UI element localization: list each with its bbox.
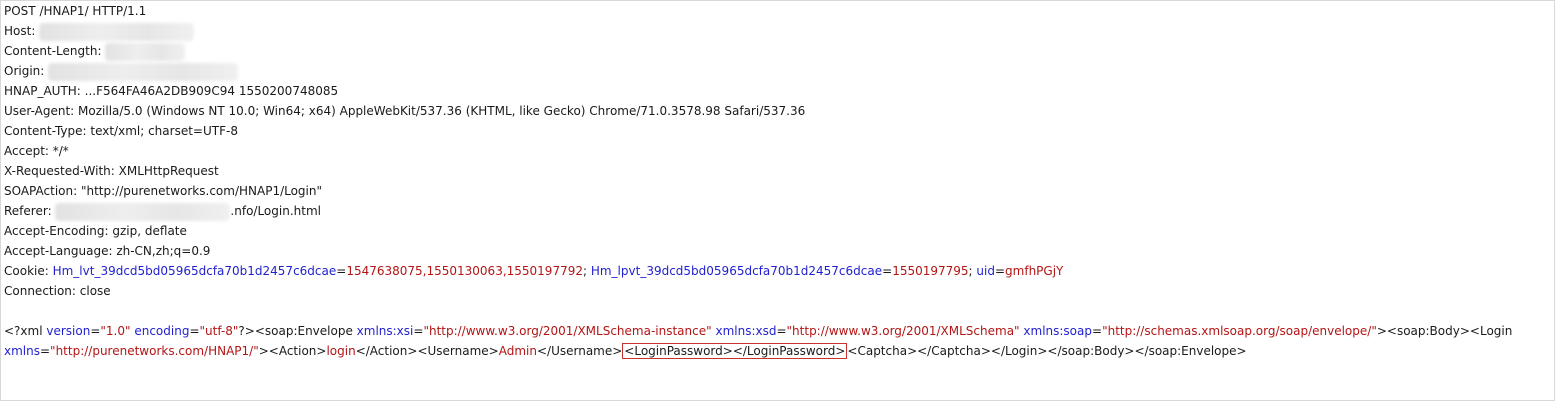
header-key: Content-Type: [4, 124, 91, 138]
header-value: zh-CN,zh;q=0.9 [116, 244, 211, 258]
cookie-eq: = [882, 264, 893, 278]
header-key: Accept: [4, 144, 53, 158]
header-accept: Accept: */* [4, 141, 69, 161]
header-accept-encoding: Accept-Encoding: gzip, deflate [4, 221, 187, 241]
xml-attr-name: xmlns:soap [1023, 324, 1092, 338]
header-value: "http://purenetworks.com/HNAP1/Login" [80, 184, 323, 198]
xml-attr-name: xmlns:xsi [356, 324, 414, 338]
header-key: User-Agent: [4, 104, 79, 118]
xml-attr-value: "http://www.w3.org/2001/XMLSchema-instan… [423, 324, 712, 338]
header-key: Origin: [4, 64, 49, 78]
header-value: Mozilla/5.0 (Windows NT 10.0; Win64; x64… [78, 104, 806, 118]
header-key: SOAPAction: [4, 184, 81, 198]
cookie-name: uid [976, 264, 995, 278]
header-key: X-Requested-With: [4, 164, 119, 178]
header-value: .nfo/Login.html [230, 204, 321, 218]
xml-declaration-open: <?xml [4, 324, 47, 338]
header-value: gzip, deflate [112, 224, 187, 238]
xml-tag: ><soap:Body><Login [1376, 324, 1513, 338]
cookie-name: Hm_lpvt_39dcd5bd05965dcfa70b1d2457c6dcae [590, 264, 883, 278]
header-x-requested-with: X-Requested-With: XMLHttpRequest [4, 161, 219, 181]
header-user-agent: User-Agent: Mozilla/5.0 (Windows NT 10.0… [4, 101, 805, 121]
http-request-viewer[interactable]: POST /HNAP1/ HTTP/1.1 Host: Content-Leng… [0, 0, 1555, 401]
header-origin: Origin: [4, 61, 239, 81]
header-key: Content-Length: [4, 44, 106, 58]
xml-tag: </Action><Username> [355, 344, 499, 358]
header-value: ...F564FA46A2DB909C94 1550200748085 [84, 84, 339, 98]
cookie-eq: = [336, 264, 347, 278]
xml-body-line-2: xmlns="http://purenetworks.com/HNAP1/"><… [4, 343, 1247, 359]
header-hnap-auth: HNAP_AUTH: ...F564FA46A2DB909C94 1550200… [4, 81, 338, 101]
xml-attr-name: xmlns [4, 344, 40, 358]
cookie-value: 1550197795 [892, 264, 969, 278]
xml-attr-name: xmlns:xsd [715, 324, 777, 338]
cookie-sep: ; [582, 264, 591, 278]
header-key: HNAP_AUTH: [4, 84, 85, 98]
header-key: Referer: [4, 204, 56, 218]
xml-text-value: Admin [498, 344, 537, 358]
header-key: Host: [4, 24, 36, 38]
redacted-value [48, 62, 239, 81]
xml-tag: ?><soap:Envelope [238, 324, 357, 338]
xml-tag: <Captcha></Captcha></Login></soap:Body><… [847, 344, 1247, 358]
header-content-length: Content-Length: [4, 41, 186, 61]
header-key: Accept-Language: [4, 244, 117, 258]
xml-attr-name: encoding [134, 324, 190, 338]
header-value: */* [52, 144, 69, 158]
header-cookie: Cookie: Hm_lvt_39dcd5bd05965dcfa70b1d245… [4, 261, 1063, 281]
xml-attr-value: "http://purenetworks.com/HNAP1/" [50, 344, 259, 358]
header-accept-language: Accept-Language: zh-CN,zh;q=0.9 [4, 241, 210, 261]
xml-attr-name: version [46, 324, 91, 338]
header-host: Host: [4, 21, 195, 41]
xml-tag: ><Action> [258, 344, 327, 358]
redacted-value [105, 42, 186, 61]
redacted-value [55, 202, 231, 221]
xml-tag: </Username> [536, 344, 623, 358]
xml-text-value: login [326, 344, 356, 358]
header-content-type: Content-Type: text/xml; charset=UTF-8 [4, 121, 238, 141]
request-line: POST /HNAP1/ HTTP/1.1 [4, 4, 147, 18]
xml-attr-value: "utf-8" [199, 324, 239, 338]
cookie-eq: = [994, 264, 1006, 278]
xml-attr-value: "http://schemas.xmlsoap.org/soap/envelop… [1102, 324, 1377, 338]
header-key: Cookie: [4, 264, 53, 278]
login-password-highlight: <LoginPassword></LoginPassword> [622, 343, 848, 359]
cookie-value: gmfhPGjY [1005, 264, 1064, 278]
xml-attr-value: "http://www.w3.org/2001/XMLSchema" [786, 324, 1020, 338]
header-value: text/xml; charset=UTF-8 [90, 124, 238, 138]
redacted-value [39, 22, 195, 41]
cookie-name: Hm_lvt_39dcd5bd05965dcfa70b1d2457c6dcae [52, 264, 337, 278]
cookie-value: 1547638075,1550130063,1550197792 [346, 264, 583, 278]
xml-body-line-1: <?xml version="1.0" encoding="utf-8"?><s… [4, 324, 1513, 338]
header-referer: Referer: .nfo/Login.html [4, 201, 321, 221]
header-value: XMLHttpRequest [118, 164, 219, 178]
header-soapaction: SOAPAction: "http://purenetworks.com/HNA… [4, 181, 322, 201]
header-key: Accept-Encoding: [4, 224, 113, 238]
xml-attr-value: "1.0" [100, 324, 131, 338]
header-connection: Connection: close [4, 284, 111, 298]
